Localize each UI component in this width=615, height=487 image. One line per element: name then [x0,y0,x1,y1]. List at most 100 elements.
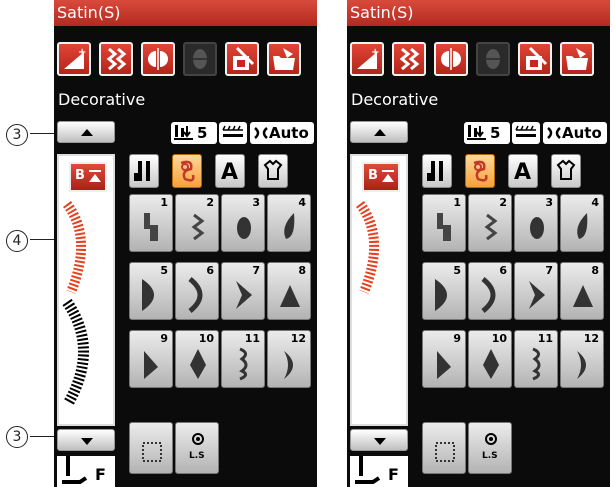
satin-stitch-preview-black [62,298,89,405]
pattern-2-icon [484,213,498,241]
screen-title: Satin(S) [347,0,610,26]
tension-icon [467,125,486,140]
save-button[interactable] [560,42,594,76]
single-pattern-button[interactable] [422,422,466,474]
triangle-up-icon [81,129,93,136]
bt-button[interactable]: B [69,162,107,192]
pattern-button-2[interactable]: 2 [468,194,512,252]
add-stitch-button[interactable]: + [350,42,384,76]
single-pattern-icon [142,442,162,462]
stitch-width-display[interactable] [219,122,247,144]
pattern-button-4[interactable]: 4 [560,194,604,252]
satin-stitch-preview-red [62,200,86,294]
tab-decorative[interactable] [172,154,202,188]
add-stitch-icon: + [64,47,86,69]
single-pattern-button[interactable] [129,422,173,474]
pattern-9-icon [144,351,158,379]
combo-button[interactable] [99,42,133,76]
pattern-button-1[interactable]: 1 [129,194,173,252]
elongation-icon [486,49,500,69]
presser-pressure-display[interactable]: Auto [543,122,607,144]
tab-decorative[interactable] [465,154,495,188]
save-button[interactable] [267,42,301,76]
foot-label: F [388,465,399,484]
bt-button[interactable]: B [362,162,400,192]
category-label: Decorative [58,90,146,109]
tab-utility[interactable] [129,154,159,188]
tab-quilting[interactable] [551,154,581,188]
tab-utility[interactable] [422,154,452,188]
svg-text:A: A [514,160,531,185]
quilting-category-icon [556,159,576,180]
pattern-button-12[interactable]: 12 [560,330,604,388]
callout-scroll-down: 3 [6,424,28,448]
pattern-button-10[interactable]: 10 [175,330,219,388]
tension-value: 5 [490,124,501,142]
elongation-icon [193,49,207,69]
pattern-button-11[interactable]: 11 [221,330,265,388]
triangle-up-icon [374,129,386,136]
combo-button[interactable] [392,42,426,76]
pattern-button-5[interactable]: 5 [129,262,173,320]
tab-quilting[interactable] [258,154,288,188]
pattern-5-icon [142,279,154,311]
pattern-button-9[interactable]: 9 [129,330,173,388]
tab-alphabet[interactable]: A [215,154,245,188]
save-folder-icon [273,48,295,70]
pattern-button-11[interactable]: 11 [514,330,558,388]
pattern-11-icon [239,347,248,381]
combo-icon [399,47,420,71]
pattern-6-icon [188,277,203,313]
pattern-8-icon [573,285,593,307]
pattern-button-2[interactable]: 2 [175,194,219,252]
tension-icon [174,125,193,140]
pattern-button-3[interactable]: 3 [514,194,558,252]
triangle-down-icon [374,438,386,445]
pattern-button-7[interactable]: 7 [221,262,265,320]
presser-foot-indicator[interactable]: F [350,456,408,487]
stitch-width-icon [222,125,243,137]
pattern-7-icon [529,281,545,309]
pattern-button-12[interactable]: 12 [267,330,311,388]
scroll-down-button[interactable] [57,429,115,451]
mirror-button[interactable] [434,42,468,76]
callout-scroll-down-line [30,436,56,437]
presser-foot-icon [547,127,561,139]
stitch-preview[interactable]: B [350,154,408,426]
presser-foot-indicator[interactable]: F [57,456,115,487]
delete-button[interactable] [518,42,552,76]
tension-display[interactable]: 5 [171,122,217,144]
scroll-down-button[interactable] [350,429,408,451]
toolbar: + [54,32,317,84]
pattern-6-icon [481,277,496,313]
stitch-width-display[interactable] [512,122,540,144]
pattern-button-7[interactable]: 7 [514,262,558,320]
pattern-3-icon [530,217,544,239]
tab-alphabet[interactable]: A [508,154,538,188]
pattern-button-3[interactable]: 3 [221,194,265,252]
ls-button[interactable]: L.S [468,422,512,474]
pattern-button-10[interactable]: 10 [468,330,512,388]
mirror-button[interactable] [141,42,175,76]
tension-display[interactable]: 5 [464,122,510,144]
stitch-preview[interactable]: B [57,154,115,426]
presser-pressure-display[interactable]: Auto [250,122,314,144]
pattern-button-1[interactable]: 1 [422,194,466,252]
pattern-button-8[interactable]: 8 [267,262,311,320]
quilting-category-icon [263,159,283,180]
delete-icon [526,46,548,70]
pattern-button-5[interactable]: 5 [422,262,466,320]
pattern-12-icon [577,351,586,379]
pattern-button-6[interactable]: 6 [468,262,512,320]
delete-button[interactable] [225,42,259,76]
scroll-up-button[interactable] [350,121,408,143]
pattern-button-4[interactable]: 4 [267,194,311,252]
pattern-button-8[interactable]: 8 [560,262,604,320]
utility-category-icon [427,161,443,181]
ls-button[interactable]: L.S [175,422,219,474]
add-stitch-button[interactable]: + [57,42,91,76]
satin-stitch-preview-red [355,200,379,294]
pattern-button-6[interactable]: 6 [175,262,219,320]
pattern-button-9[interactable]: 9 [422,330,466,388]
scroll-up-button[interactable] [57,121,115,143]
